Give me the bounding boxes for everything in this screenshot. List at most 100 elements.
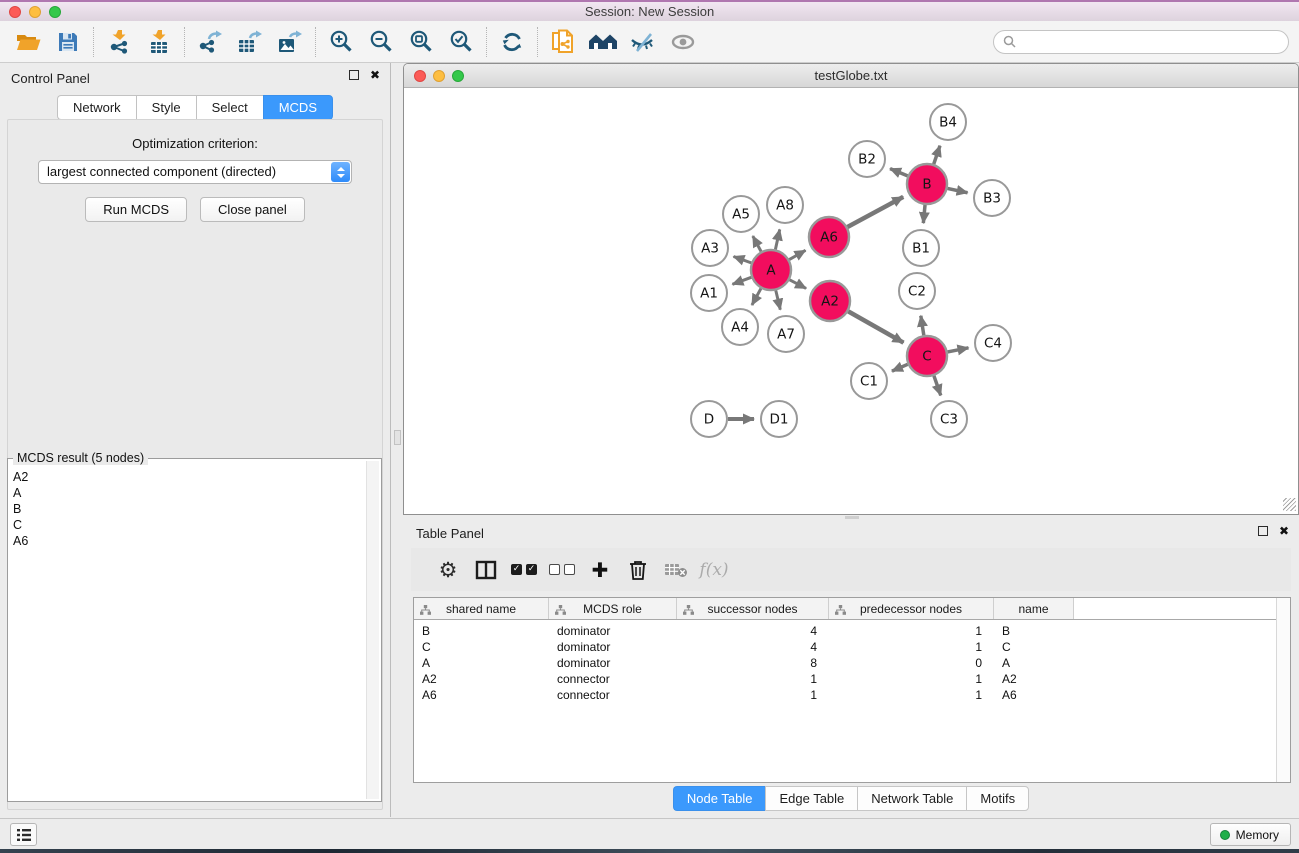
network-node-B[interactable]: B [907, 164, 947, 204]
zoom-fit-button[interactable] [401, 24, 441, 60]
network-node-A[interactable]: A [751, 250, 791, 290]
minimize-window-button[interactable] [29, 6, 41, 18]
delete-column-button[interactable] [619, 552, 657, 588]
table-scrollbar[interactable] [1276, 598, 1290, 782]
cell-name[interactable]: A2 [994, 672, 1074, 686]
network-node-A5[interactable]: A5 [723, 196, 759, 232]
close-panel-button[interactable]: Close panel [200, 197, 305, 222]
cell-successor-nodes[interactable]: 8 [677, 656, 829, 670]
network-node-A8[interactable]: A8 [767, 187, 803, 223]
import-network-button[interactable] [99, 24, 139, 60]
network-node-C2[interactable]: C2 [899, 273, 935, 309]
cell-successor-nodes[interactable]: 4 [677, 640, 829, 654]
task-history-button[interactable] [10, 823, 37, 846]
table-row[interactable]: Cdominator41C [414, 639, 1290, 655]
network-close-button[interactable] [414, 70, 426, 82]
network-node-A4[interactable]: A4 [722, 309, 758, 345]
network-canvas[interactable]: B4B2BB3B1A6A5A8A3AA1A4A7A2C2CC4C1C3DD1 [404, 88, 1298, 513]
function-builder-button[interactable]: f(x) [695, 552, 733, 588]
cell-name[interactable]: A6 [994, 688, 1074, 702]
network-node-C3[interactable]: C3 [931, 401, 967, 437]
cell-name[interactable]: B [994, 624, 1074, 638]
network-node-B3[interactable]: B3 [974, 180, 1010, 216]
network-minimize-button[interactable] [433, 70, 445, 82]
cell-successor-nodes[interactable]: 1 [677, 672, 829, 686]
tab-motifs[interactable]: Motifs [966, 786, 1029, 811]
criterion-dropdown[interactable]: largest connected component (directed) [38, 160, 352, 184]
network-node-A1[interactable]: A1 [691, 275, 727, 311]
add-column-button[interactable]: ✚ [581, 552, 619, 588]
network-node-C4[interactable]: C4 [975, 325, 1011, 361]
column-header-predecessor-nodes[interactable]: predecessor nodes [829, 598, 994, 619]
tab-network-table[interactable]: Network Table [857, 786, 966, 811]
cell-MCDS-role[interactable]: dominator [549, 624, 677, 638]
run-mcds-button[interactable]: Run MCDS [85, 197, 187, 222]
cell-MCDS-role[interactable]: dominator [549, 656, 677, 670]
table-row[interactable]: A6connector11A6 [414, 687, 1290, 703]
network-node-B2[interactable]: B2 [849, 141, 885, 177]
table-settings-button[interactable]: ⚙ [429, 552, 467, 588]
result-item[interactable]: B [13, 501, 362, 517]
zoom-selected-button[interactable] [441, 24, 481, 60]
zoom-out-button[interactable] [361, 24, 401, 60]
result-scrollbar[interactable] [366, 461, 379, 799]
tab-style[interactable]: Style [136, 95, 196, 120]
network-node-D[interactable]: D [691, 401, 727, 437]
tab-node-table[interactable]: Node Table [673, 786, 766, 811]
table-row[interactable]: Bdominator41B [414, 623, 1290, 639]
first-neighbors-button[interactable] [583, 24, 623, 60]
export-network-button[interactable] [190, 24, 230, 60]
network-node-C[interactable]: C [907, 336, 947, 376]
cell-MCDS-role[interactable]: connector [549, 688, 677, 702]
float-panel-icon[interactable] [1258, 526, 1268, 536]
horizontal-splitter-handle[interactable] [845, 516, 859, 519]
tab-select[interactable]: Select [196, 95, 263, 120]
save-session-button[interactable] [48, 24, 88, 60]
cell-shared-name[interactable]: B [414, 624, 549, 638]
zoom-window-button[interactable] [49, 6, 61, 18]
tab-edge-table[interactable]: Edge Table [765, 786, 857, 811]
cell-name[interactable]: A [994, 656, 1074, 670]
table-row[interactable]: A2connector11A2 [414, 671, 1290, 687]
column-header-name[interactable]: name [994, 598, 1074, 619]
column-layout-button[interactable] [467, 552, 505, 588]
cell-MCDS-role[interactable]: dominator [549, 640, 677, 654]
export-image-button[interactable] [270, 24, 310, 60]
result-item[interactable]: C [13, 517, 362, 533]
refresh-network-button[interactable] [492, 24, 532, 60]
cell-predecessor-nodes[interactable]: 1 [829, 672, 994, 686]
hide-selected-button[interactable] [623, 24, 663, 60]
table-row[interactable]: Adominator80A [414, 655, 1290, 671]
close-panel-icon[interactable]: ✖ [1279, 526, 1289, 536]
search-input[interactable] [1021, 34, 1279, 49]
cell-shared-name[interactable]: A2 [414, 672, 549, 686]
cell-successor-nodes[interactable]: 4 [677, 624, 829, 638]
float-panel-icon[interactable] [349, 70, 359, 80]
cell-predecessor-nodes[interactable]: 0 [829, 656, 994, 670]
cell-MCDS-role[interactable]: connector [549, 672, 677, 686]
open-session-button[interactable] [8, 24, 48, 60]
column-header-successor-nodes[interactable]: successor nodes [677, 598, 829, 619]
zoom-in-button[interactable] [321, 24, 361, 60]
export-table-button[interactable] [230, 24, 270, 60]
memory-button[interactable]: Memory [1210, 823, 1291, 846]
network-node-D1[interactable]: D1 [761, 401, 797, 437]
column-header-shared-name[interactable]: shared name [414, 598, 549, 619]
cell-name[interactable]: C [994, 640, 1074, 654]
network-node-B1[interactable]: B1 [903, 230, 939, 266]
tab-mcds[interactable]: MCDS [263, 95, 333, 120]
result-item[interactable]: A [13, 485, 362, 501]
cell-shared-name[interactable]: A6 [414, 688, 549, 702]
cell-predecessor-nodes[interactable]: 1 [829, 640, 994, 654]
column-header-MCDS-role[interactable]: MCDS role [549, 598, 677, 619]
cell-shared-name[interactable]: C [414, 640, 549, 654]
deselect-all-button[interactable] [543, 552, 581, 588]
tab-network[interactable]: Network [57, 95, 136, 120]
delete-table-button[interactable] [657, 552, 695, 588]
resize-grip-icon[interactable] [1283, 498, 1296, 511]
network-window-titlebar[interactable]: testGlobe.txt [404, 64, 1298, 88]
vertical-splitter-handle[interactable] [394, 430, 401, 445]
network-node-B4[interactable]: B4 [930, 104, 966, 140]
network-node-A6[interactable]: A6 [809, 217, 849, 257]
network-zoom-button[interactable] [452, 70, 464, 82]
